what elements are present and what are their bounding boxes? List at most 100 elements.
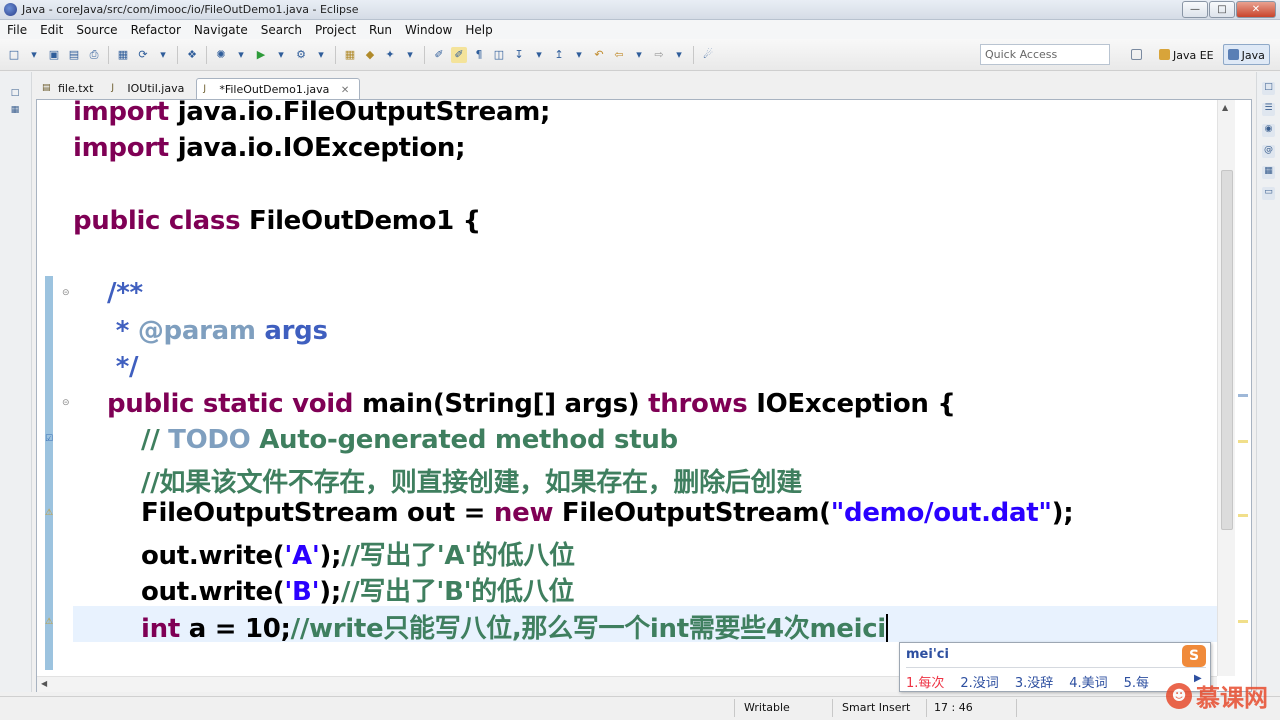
ime-candidate[interactable]: 1.每次 [906, 672, 944, 691]
restore-icon[interactable]: □ [9, 88, 21, 100]
print-icon[interactable]: ⎙ [86, 47, 102, 63]
block-selection-icon[interactable]: ◫ [491, 47, 507, 63]
code-line: import java.io.IOException; [73, 133, 466, 163]
perspective-switcher: Java EE Java [1126, 44, 1270, 65]
javadoc-icon[interactable]: @ [1262, 145, 1275, 158]
menu-edit[interactable]: Edit [33, 23, 69, 37]
toggle-breakpoint-icon[interactable]: ❖ [184, 47, 200, 63]
menu-navigate[interactable]: Navigate [187, 23, 254, 37]
menu-refactor[interactable]: Refactor [124, 23, 187, 37]
perspective-java-ee[interactable]: Java EE [1154, 44, 1219, 65]
build-icon[interactable]: ▦ [115, 47, 131, 63]
ime-candidate[interactable]: 3.没辞 [1015, 672, 1053, 691]
debug-icon[interactable]: ✺ [213, 47, 229, 63]
new-icon[interactable]: □ [6, 47, 22, 63]
ime-candidate[interactable]: 2.没词 [960, 672, 998, 691]
menu-bar: File Edit Source Refactor Navigate Searc… [0, 20, 1280, 39]
status-bar: Writable Smart Insert 17 : 46 [0, 696, 1280, 720]
menu-run[interactable]: Run [362, 23, 398, 37]
quick-access-input[interactable]: Quick Access [980, 44, 1110, 65]
eclipse-icon [4, 3, 17, 16]
refresh-icon[interactable]: ⟳ [135, 47, 151, 63]
dropdown-arrow-icon[interactable]: ▾ [571, 47, 587, 63]
ime-candidate-list: 1.每次 2.没词 3.没辞 4.美词 5.每 [906, 672, 1149, 691]
scroll-left-icon[interactable]: ◀ [41, 679, 47, 688]
prev-annotation-icon[interactable]: ↥ [551, 47, 567, 63]
code-editor[interactable]: ⊝ ⊝ ☑ ⚠ ⚠ import java.io.FileOutputStrea… [36, 97, 1252, 692]
console-icon[interactable]: ▭ [1262, 187, 1275, 200]
warning-marker-icon[interactable]: ⚠ [43, 508, 55, 520]
dropdown-arrow-icon[interactable]: ▾ [531, 47, 547, 63]
open-perspective-button[interactable] [1126, 44, 1150, 65]
task-marker-icon[interactable]: ☑ [43, 434, 55, 446]
insert-mode-status: Smart Insert [842, 701, 911, 714]
run-icon[interactable]: ▶ [253, 47, 269, 63]
menu-search[interactable]: Search [254, 23, 308, 37]
dropdown-arrow-icon[interactable]: ▾ [313, 47, 329, 63]
menu-file[interactable]: File [0, 23, 33, 37]
toggle-mark-occurrences-icon[interactable]: ✐ [431, 47, 447, 63]
java-file-icon: J [203, 84, 206, 94]
ime-composition: mei'ci [906, 647, 949, 662]
code-line: out.write('B');//写出了'B'的低八位 [141, 577, 575, 607]
minimize-button[interactable]: — [1182, 1, 1208, 18]
code-line: int a = 10;//write只能写八位,那么写一个int需要些4次mei… [141, 614, 888, 644]
overview-marker[interactable] [1238, 514, 1248, 517]
menu-source[interactable]: Source [69, 23, 123, 37]
open-type-icon[interactable]: ✦ [382, 47, 398, 63]
highlight-icon[interactable]: ✐ [451, 47, 467, 63]
fold-toggle-icon[interactable]: ⊝ [62, 398, 70, 408]
close-tab-icon[interactable]: ✕ [341, 85, 349, 96]
scroll-up-icon[interactable]: ▲ [1222, 103, 1228, 112]
restore-icon[interactable]: □ [1262, 82, 1275, 95]
dropdown-arrow-icon[interactable]: ▾ [233, 47, 249, 63]
pin-editor-icon[interactable]: ☄ [700, 47, 716, 63]
close-button[interactable]: ✕ [1236, 1, 1276, 18]
code-line: out.write('A');//写出了'A'的低八位 [141, 541, 575, 571]
dropdown-arrow-icon[interactable]: ▾ [631, 47, 647, 63]
new-class-icon[interactable]: ◆ [362, 47, 378, 63]
menu-help[interactable]: Help [458, 23, 498, 37]
show-whitespace-icon[interactable]: ¶ [471, 47, 487, 63]
overview-marker[interactable] [1238, 440, 1248, 443]
scroll-thumb[interactable] [1221, 170, 1233, 530]
outline-icon[interactable]: ◉ [1262, 124, 1275, 137]
ime-candidate[interactable]: 4.美词 [1069, 672, 1107, 691]
ime-candidate[interactable]: 5.每 [1124, 672, 1149, 691]
code-line: /** [107, 278, 143, 308]
window-title: Java - coreJava/src/com/imooc/io/FileOut… [22, 3, 359, 16]
new-package-icon[interactable]: ▦ [342, 47, 358, 63]
last-edit-icon[interactable]: ↶ [591, 47, 607, 63]
text-caret [885, 614, 888, 642]
perspective-java[interactable]: Java [1222, 44, 1270, 65]
code-line: //如果该文件不存在，则直接创建，如果存在，删除后创建 [141, 468, 802, 498]
dropdown-arrow-icon[interactable]: ▾ [26, 47, 42, 63]
dropdown-arrow-icon[interactable]: ▾ [402, 47, 418, 63]
maximize-button[interactable]: □ [1209, 1, 1235, 18]
external-tools-icon[interactable]: ⚙ [293, 47, 309, 63]
back-icon[interactable]: ⇦ [611, 47, 627, 63]
code-line: public static void main(String[] args) t… [107, 389, 956, 419]
warning-marker-icon[interactable]: ⚠ [43, 617, 55, 629]
vertical-scrollbar[interactable]: ▲ [1217, 100, 1235, 676]
forward-icon[interactable]: ⇨ [651, 47, 667, 63]
save-all-icon[interactable]: ▤ [66, 47, 82, 63]
dropdown-arrow-icon[interactable]: ▾ [273, 47, 289, 63]
next-annotation-icon[interactable]: ↧ [511, 47, 527, 63]
java-ee-icon [1159, 49, 1170, 60]
menu-window[interactable]: Window [398, 23, 458, 37]
dropdown-arrow-icon[interactable]: ▾ [671, 47, 687, 63]
overview-marker[interactable] [1238, 620, 1248, 623]
code-line: */ [107, 352, 139, 382]
overview-marker[interactable] [1238, 394, 1248, 397]
fold-toggle-icon[interactable]: ⊝ [62, 288, 70, 298]
menu-project[interactable]: Project [308, 23, 362, 37]
dropdown-arrow-icon[interactable]: ▾ [155, 47, 171, 63]
quick-diff-ruler [45, 276, 53, 670]
cursor-position: 17 : 46 [934, 701, 973, 714]
task-list-icon[interactable]: ☰ [1262, 103, 1275, 116]
declaration-icon[interactable]: ▦ [1262, 166, 1275, 179]
text-file-icon: ▤ [42, 83, 51, 93]
package-explorer-icon[interactable]: ▦ [9, 105, 21, 117]
save-icon[interactable]: ▣ [46, 47, 62, 63]
